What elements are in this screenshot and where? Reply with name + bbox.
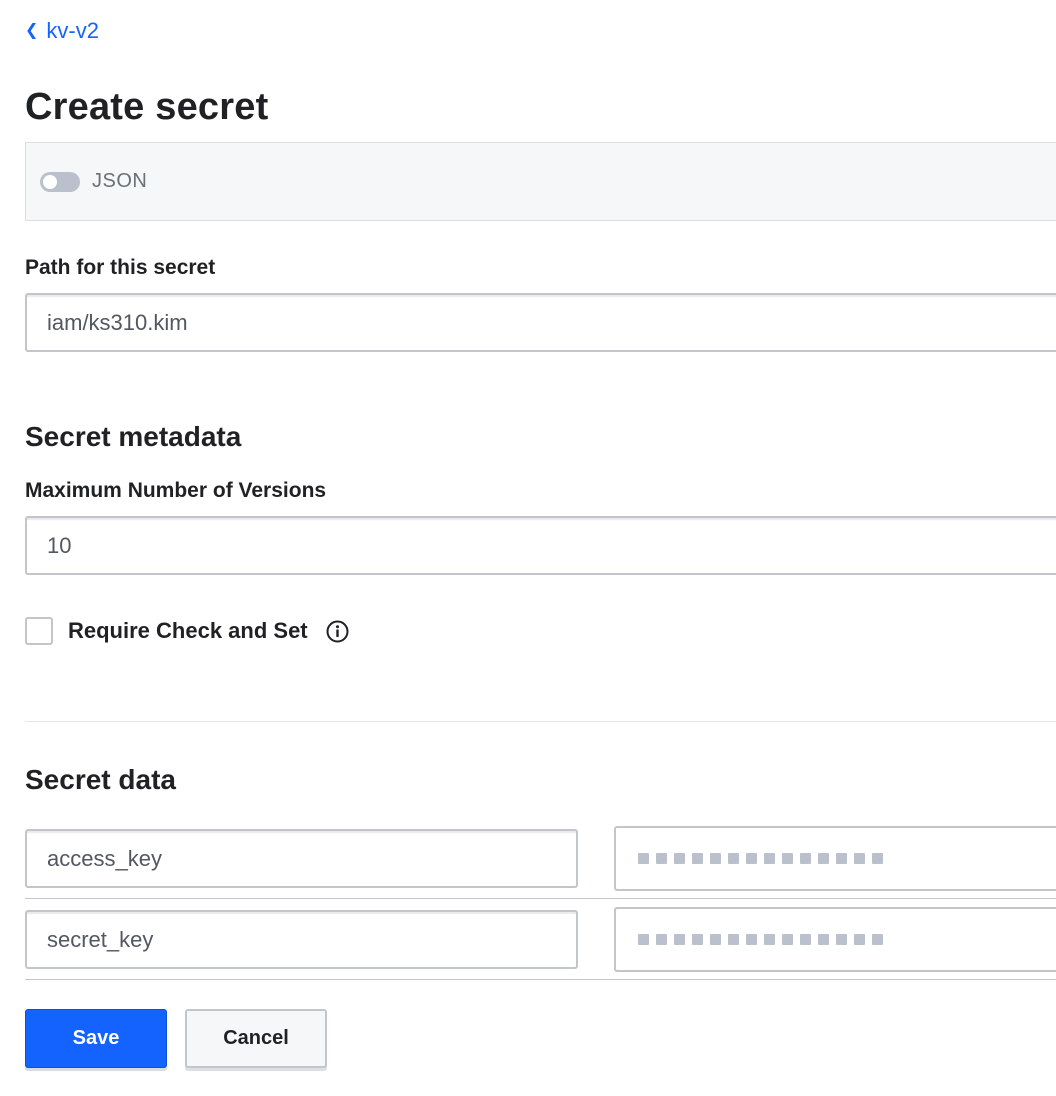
path-label: Path for this secret: [25, 256, 216, 279]
mask-dot: [800, 853, 811, 864]
create-secret-page: ❮ kv-v2 Create secret JSON Path for this…: [0, 0, 1056, 1096]
mask-dot: [656, 853, 667, 864]
mask-dot: [710, 934, 721, 945]
section-divider: [25, 721, 1056, 722]
json-toggle[interactable]: [40, 171, 80, 192]
row-divider: [25, 898, 1056, 899]
mask-dot: [854, 853, 865, 864]
mask-dot: [674, 853, 685, 864]
json-toggle-label: JSON: [92, 170, 148, 192]
secret-data-heading: Secret data: [25, 764, 176, 795]
mask-dot: [728, 853, 739, 864]
mask-dot: [764, 853, 775, 864]
secret-key-input[interactable]: [25, 910, 578, 969]
mask-dot: [746, 934, 757, 945]
secret-key-input[interactable]: [25, 829, 578, 888]
mask-dot: [638, 934, 649, 945]
mask-dot: [818, 934, 829, 945]
page-title: Create secret: [25, 86, 269, 128]
save-button[interactable]: Save: [25, 1009, 167, 1068]
breadcrumb-label: kv-v2: [46, 18, 99, 43]
mask-dot: [836, 853, 847, 864]
breadcrumb-back-link[interactable]: ❮ kv-v2: [25, 18, 99, 44]
cancel-button[interactable]: Cancel: [185, 1009, 327, 1068]
mask-dot: [800, 934, 811, 945]
require-cas-checkbox[interactable]: [25, 617, 53, 645]
mask-dot: [854, 934, 865, 945]
mask-dot: [782, 853, 793, 864]
max-versions-input[interactable]: [25, 516, 1056, 575]
require-cas-row: Require Check and Set: [25, 617, 349, 645]
toggle-knob: [43, 174, 57, 189]
mask-dot: [764, 934, 775, 945]
mask-dot: [872, 934, 883, 945]
mask-dot: [692, 853, 703, 864]
json-toolbar: JSON: [25, 142, 1056, 221]
secret-metadata-heading: Secret metadata: [25, 421, 242, 452]
mask-dot: [710, 853, 721, 864]
mask-dot: [692, 934, 703, 945]
mask-dot: [656, 934, 667, 945]
require-cas-label: Require Check and Set: [68, 618, 308, 643]
path-input[interactable]: [25, 293, 1056, 352]
secret-value-input[interactable]: [614, 826, 1056, 891]
mask-dot: [872, 853, 883, 864]
info-circle-icon[interactable]: [326, 620, 349, 643]
mask-dot: [638, 853, 649, 864]
row-divider: [25, 979, 1056, 980]
mask-dot: [836, 934, 847, 945]
mask-dot: [818, 853, 829, 864]
secret-value-input[interactable]: [614, 907, 1056, 972]
mask-dot: [674, 934, 685, 945]
mask-dot: [782, 934, 793, 945]
chevron-left-icon: ❮: [25, 22, 39, 39]
max-versions-label: Maximum Number of Versions: [25, 479, 327, 502]
mask-dot: [746, 853, 757, 864]
mask-dot: [728, 934, 739, 945]
